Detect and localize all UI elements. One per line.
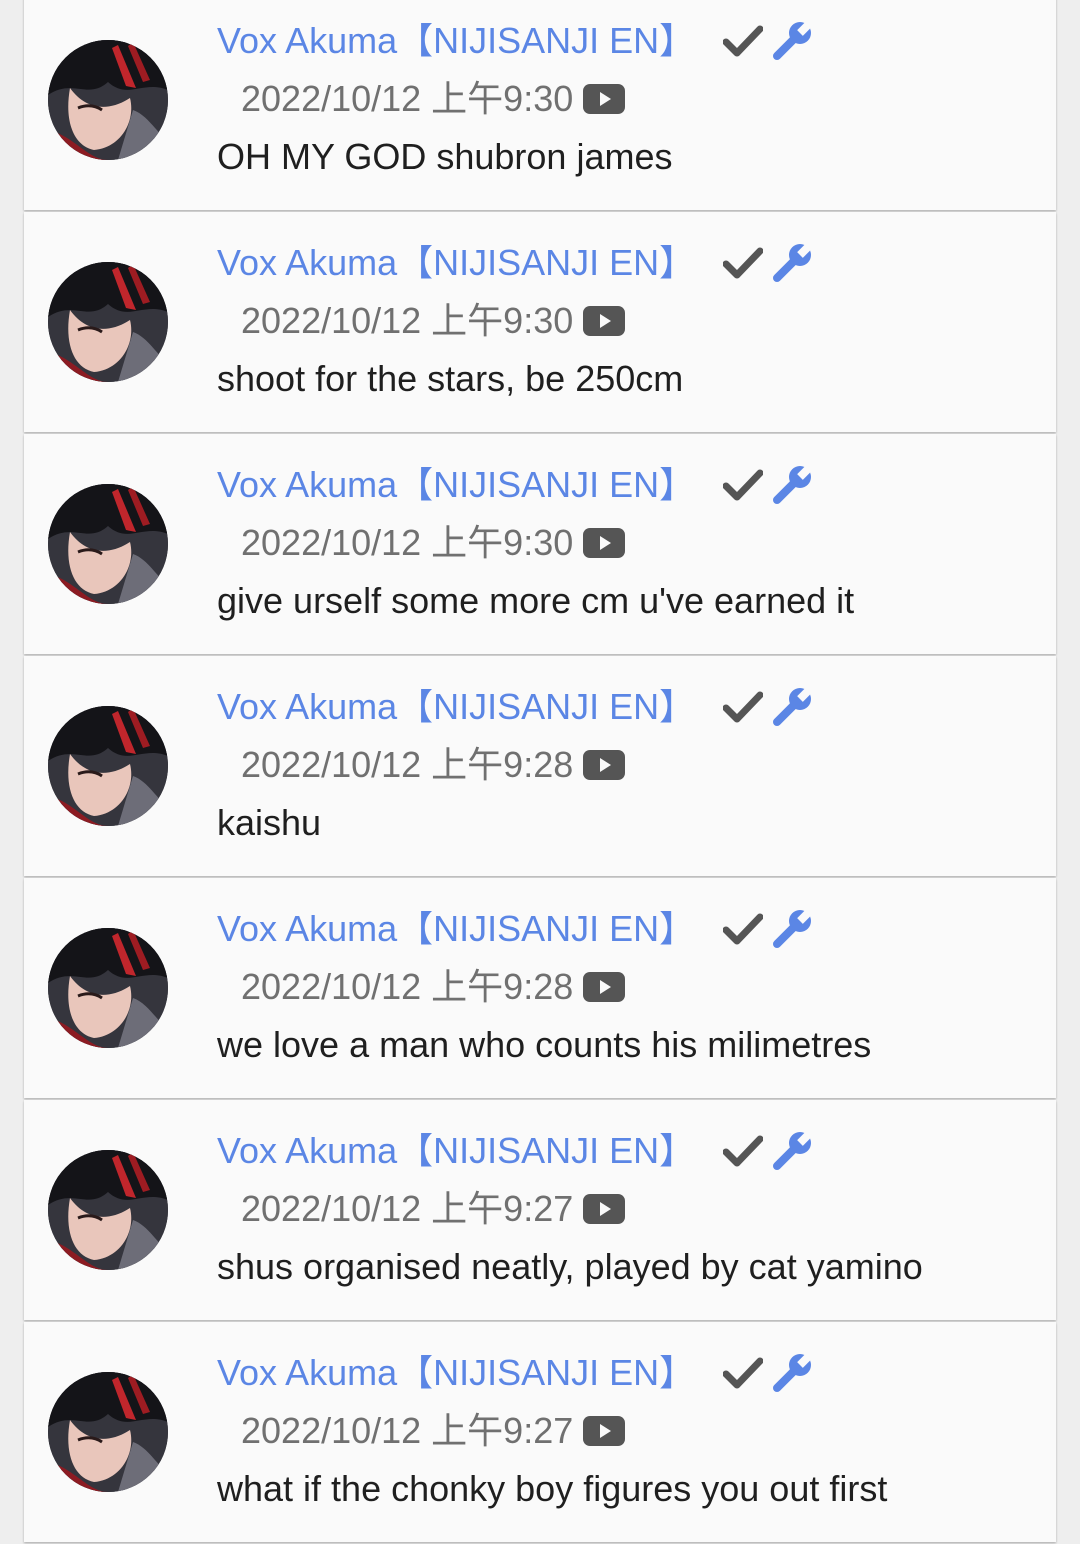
timestamp: 2022/10/12 上午9:30 — [241, 300, 574, 341]
avatar[interactable] — [48, 484, 168, 604]
timestamp: 2022/10/12 上午9:30 — [241, 78, 574, 119]
author-name[interactable]: Vox Akuma【NIJISANJI EN】 — [217, 234, 695, 292]
timestamp: 2022/10/12 上午9:28 — [241, 966, 574, 1007]
author-name[interactable]: Vox Akuma【NIJISANJI EN】 — [217, 456, 695, 514]
timestamp: 2022/10/12 上午9:27 — [241, 1188, 574, 1229]
wrench-icon — [771, 1352, 814, 1394]
wrench-icon — [771, 464, 814, 506]
youtube-icon — [583, 1194, 626, 1224]
message-text: OH MY GOD shubron james — [217, 136, 673, 177]
wrench-icon — [771, 1130, 814, 1172]
avatar[interactable] — [48, 1150, 168, 1270]
wrench-icon — [771, 686, 814, 728]
chat-message-card[interactable]: Vox Akuma【NIJISANJI EN】 2022/10/12 上午9:3… — [24, 434, 1056, 654]
check-icon — [723, 690, 764, 724]
avatar[interactable] — [48, 928, 168, 1048]
timestamp: 2022/10/12 上午9:28 — [241, 744, 574, 785]
check-icon — [723, 912, 764, 946]
check-icon — [723, 1134, 764, 1168]
author-name[interactable]: Vox Akuma【NIJISANJI EN】 — [217, 1122, 695, 1180]
youtube-icon — [583, 972, 626, 1002]
timestamp: 2022/10/12 上午9:30 — [241, 522, 574, 563]
wrench-icon — [771, 908, 814, 950]
author-name[interactable]: Vox Akuma【NIJISANJI EN】 — [217, 12, 695, 70]
chat-message-card[interactable]: Vox Akuma【NIJISANJI EN】 2022/10/12 上午9:3… — [24, 212, 1056, 432]
youtube-icon — [583, 1416, 626, 1446]
chat-message-card[interactable]: Vox Akuma【NIJISANJI EN】 2022/10/12 上午9:2… — [24, 878, 1056, 1098]
chat-message-card[interactable]: Vox Akuma【NIJISANJI EN】 2022/10/12 上午9:2… — [24, 1322, 1056, 1542]
chat-message-card[interactable]: Vox Akuma【NIJISANJI EN】 2022/10/12 上午9:2… — [24, 656, 1056, 876]
wrench-icon — [771, 20, 814, 62]
message-text: what if the chonky boy figures you out f… — [217, 1468, 888, 1509]
author-name[interactable]: Vox Akuma【NIJISANJI EN】 — [217, 1344, 695, 1402]
message-text: we love a man who counts his milimetres — [217, 1024, 872, 1065]
chat-message-card[interactable]: Vox Akuma【NIJISANJI EN】 2022/10/12 上午9:3… — [24, 0, 1056, 210]
message-text: shus organised neatly, played by cat yam… — [217, 1246, 923, 1287]
avatar[interactable] — [48, 40, 168, 160]
youtube-icon — [583, 306, 626, 336]
check-icon — [723, 1356, 764, 1390]
message-text: give urself some more cm u've earned it — [217, 580, 855, 621]
check-icon — [723, 468, 764, 502]
message-text: shoot for the stars, be 250cm — [217, 358, 684, 399]
youtube-icon — [583, 750, 626, 780]
timestamp: 2022/10/12 上午9:27 — [241, 1410, 574, 1451]
message-text: kaishu — [217, 802, 322, 843]
youtube-icon — [583, 84, 626, 114]
avatar[interactable] — [48, 262, 168, 382]
author-name[interactable]: Vox Akuma【NIJISANJI EN】 — [217, 678, 695, 736]
check-icon — [723, 246, 764, 280]
youtube-icon — [583, 528, 626, 558]
check-icon — [723, 24, 764, 58]
wrench-icon — [771, 242, 814, 284]
avatar[interactable] — [48, 1372, 168, 1492]
author-name[interactable]: Vox Akuma【NIJISANJI EN】 — [217, 900, 695, 958]
avatar[interactable] — [48, 706, 168, 826]
chat-message-card[interactable]: Vox Akuma【NIJISANJI EN】 2022/10/12 上午9:2… — [24, 1100, 1056, 1320]
chat-message-list[interactable]: Vox Akuma【NIJISANJI EN】 2022/10/12 上午9:3… — [24, 0, 1056, 1544]
